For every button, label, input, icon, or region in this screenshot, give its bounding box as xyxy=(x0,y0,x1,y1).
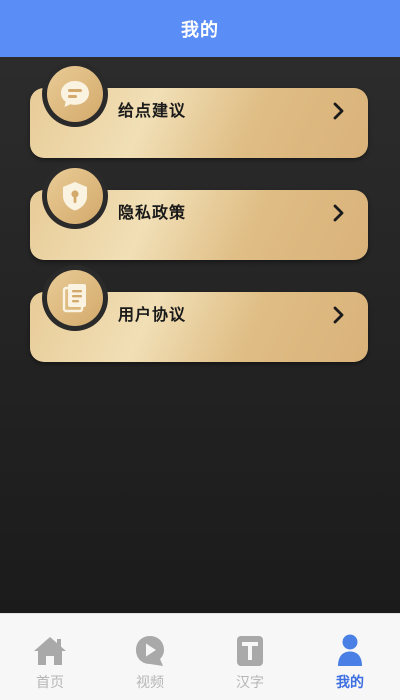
menu-area: 给点建议 隐私政策 用户协议 xyxy=(0,57,400,613)
text-t-icon xyxy=(232,632,268,670)
tab-home[interactable]: 首页 xyxy=(0,614,100,700)
person-icon xyxy=(332,632,368,670)
menu-item-label: 隐私政策 xyxy=(118,203,187,222)
document-icon xyxy=(42,265,108,331)
tab-label: 首页 xyxy=(36,675,64,691)
tab-hanzi[interactable]: 汉字 xyxy=(200,614,300,700)
app-root: 我的 给点建议 隐私政策 用户协议 首页 视频 汉字 我的 xyxy=(0,0,400,700)
menu-item-label: 给点建议 xyxy=(118,101,187,120)
page-header: 我的 xyxy=(0,0,400,57)
tab-mine[interactable]: 我的 xyxy=(300,614,400,700)
tab-label: 视频 xyxy=(136,675,164,691)
tab-label: 汉字 xyxy=(236,675,264,691)
chevron-right-icon xyxy=(328,202,350,224)
bottom-tab-bar: 首页 视频 汉字 我的 xyxy=(0,613,400,700)
chevron-right-icon xyxy=(328,100,350,122)
tab-video[interactable]: 视频 xyxy=(100,614,200,700)
tab-label: 我的 xyxy=(336,675,364,691)
shield-icon xyxy=(42,163,108,229)
video-icon xyxy=(132,632,168,670)
home-icon xyxy=(32,632,68,670)
chat-bubble-icon xyxy=(42,61,108,127)
chevron-right-icon xyxy=(328,304,350,326)
menu-item-label: 用户协议 xyxy=(118,305,187,324)
page-title: 我的 xyxy=(181,19,219,41)
